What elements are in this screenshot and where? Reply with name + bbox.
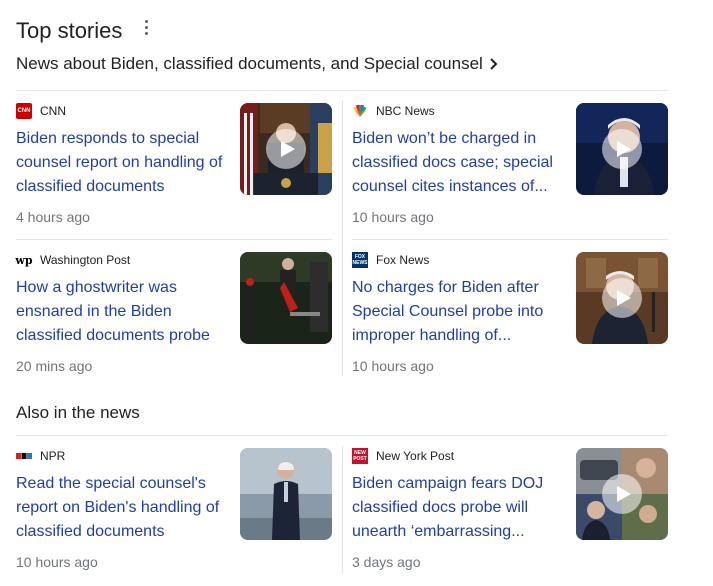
- column-divider: [342, 100, 343, 376]
- divider: [16, 239, 332, 240]
- story-time: 10 hours ago: [352, 209, 434, 225]
- story-headline[interactable]: How a ghostwriter was ensnared in the Bi…: [16, 276, 224, 348]
- story-time: 3 days ago: [352, 554, 421, 570]
- story-headline[interactable]: Read the special counsel's report on Bid…: [16, 472, 224, 544]
- story-source: FOX NEWS Fox News: [352, 252, 429, 268]
- story-card[interactable]: CNN CNN Biden responds to special counse…: [16, 103, 336, 233]
- topic-label: News about Biden, classified documents, …: [16, 54, 483, 73]
- story-time: 4 hours ago: [16, 209, 90, 225]
- play-icon: [616, 486, 631, 502]
- source-name: New York Post: [376, 449, 455, 463]
- source-name: NBC News: [376, 104, 435, 118]
- story-source: NBC News: [352, 103, 435, 119]
- wp-logo-icon: wp: [15, 253, 33, 267]
- play-button[interactable]: [602, 474, 642, 514]
- divider: [352, 239, 668, 240]
- story-source: NEW POST New York Post: [352, 448, 454, 464]
- source-name: CNN: [40, 104, 66, 118]
- source-name: Fox News: [376, 253, 430, 267]
- story-time: 20 mins ago: [16, 358, 93, 374]
- source-name: NPR: [40, 449, 66, 463]
- more-options-icon[interactable]: [140, 20, 152, 40]
- play-icon: [280, 141, 295, 157]
- play-button[interactable]: [602, 278, 642, 318]
- story-thumbnail[interactable]: [576, 252, 668, 344]
- thumbnail-image: [240, 448, 332, 540]
- story-card[interactable]: FOX NEWS Fox News No charges for Biden af…: [352, 252, 672, 382]
- story-card[interactable]: NPR Read the special counsel's report on…: [16, 448, 336, 578]
- chevron-right-icon: [490, 58, 498, 70]
- story-source: wp Washington Post: [15, 252, 131, 268]
- story-thumbnail[interactable]: [240, 103, 332, 195]
- npr-logo-icon: [16, 448, 32, 464]
- column-divider: [342, 446, 343, 574]
- story-thumbnail[interactable]: [240, 448, 332, 540]
- story-card[interactable]: NBC News Biden won’t be charged in class…: [352, 103, 672, 233]
- story-headline[interactable]: Biden won’t be charged in classified doc…: [352, 127, 560, 199]
- story-time: 10 hours ago: [16, 554, 98, 570]
- story-thumbnail[interactable]: [240, 252, 332, 344]
- cnn-logo-icon: CNN: [16, 103, 32, 119]
- divider: [16, 90, 668, 91]
- page-title: Top stories: [16, 18, 123, 43]
- story-headline[interactable]: Biden campaign fears DOJ classified docs…: [352, 472, 560, 544]
- story-time: 10 hours ago: [352, 358, 434, 374]
- ny-post-logo-icon: NEW POST: [352, 448, 368, 464]
- play-icon: [616, 141, 631, 157]
- source-name: Washington Post: [40, 253, 131, 267]
- story-thumbnail[interactable]: [576, 103, 668, 195]
- story-source: NPR: [16, 448, 65, 464]
- play-button[interactable]: [266, 129, 306, 169]
- story-card[interactable]: NEW POST New York Post Biden campaign fea…: [352, 448, 672, 578]
- story-headline[interactable]: Biden responds to special counsel report…: [16, 127, 224, 199]
- thumbnail-image: [240, 252, 332, 344]
- section-heading: Also in the news: [16, 403, 140, 422]
- nbc-peacock-icon: [352, 103, 368, 119]
- divider: [16, 435, 668, 436]
- story-card[interactable]: wp Washington Post How a ghostwriter was…: [15, 252, 336, 382]
- story-thumbnail[interactable]: [576, 448, 668, 540]
- fox-news-logo-icon: FOX NEWS: [352, 252, 368, 268]
- play-icon: [616, 290, 631, 306]
- story-headline[interactable]: No charges for Biden after Special Couns…: [352, 276, 560, 348]
- story-source: CNN CNN: [16, 103, 66, 119]
- play-button[interactable]: [602, 129, 642, 169]
- topic-link[interactable]: News about Biden, classified documents, …: [16, 54, 499, 74]
